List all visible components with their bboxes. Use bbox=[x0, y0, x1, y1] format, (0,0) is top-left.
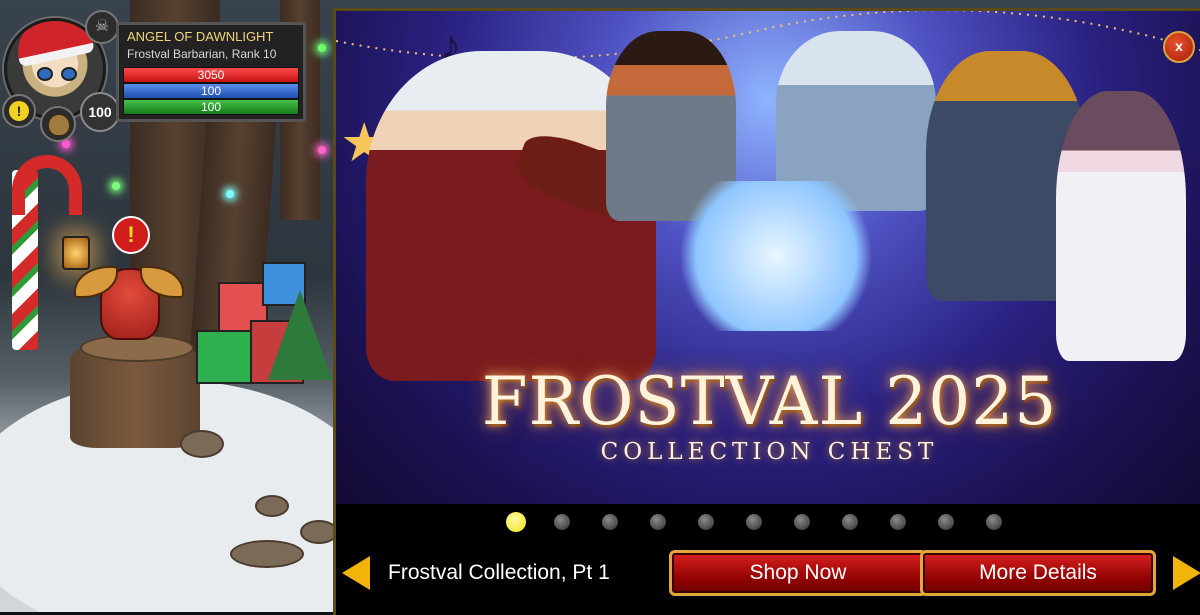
player-name: ANGEL OF DAWNLIGHT bbox=[127, 29, 274, 44]
slide-dot[interactable] bbox=[938, 514, 954, 530]
string-light bbox=[318, 44, 326, 52]
shop-now-button[interactable]: Shop Now bbox=[669, 550, 927, 596]
string-light bbox=[226, 190, 234, 198]
hp-bar: 3050 bbox=[123, 67, 299, 83]
promo-subtitle: COLLECTION CHEST bbox=[600, 439, 939, 465]
gift-box bbox=[196, 330, 256, 384]
promo-banner[interactable]: ★ ♪ ♫ FROSTVAL 2025 COLLECTION CHEST x bbox=[336, 11, 1200, 504]
string-light bbox=[318, 146, 326, 154]
quest-alert-button[interactable]: ! bbox=[2, 94, 36, 128]
player-stat-panel: ANGEL OF DAWNLIGHT Frostval Barbarian, R… bbox=[116, 22, 306, 122]
close-button[interactable]: x bbox=[1163, 31, 1195, 63]
rock bbox=[230, 540, 304, 568]
candy-cane-hook bbox=[12, 155, 82, 215]
santa-hat bbox=[11, 21, 96, 68]
npc-alert-icon: ! bbox=[127, 222, 135, 247]
white-dress-character bbox=[1056, 91, 1186, 361]
more-details-button[interactable]: More Details bbox=[920, 550, 1156, 596]
promo-window: ★ ♪ ♫ FROSTVAL 2025 COLLECTION CHEST x F… bbox=[333, 8, 1200, 615]
player-level-badge: 100 bbox=[80, 92, 120, 132]
string-light bbox=[112, 182, 120, 190]
slide-pager bbox=[506, 511, 1026, 533]
promo-title: FROSTVAL 2025 bbox=[481, 363, 1058, 440]
portrait-eye bbox=[61, 67, 77, 81]
rock bbox=[255, 495, 289, 517]
sp-bar: 100 bbox=[123, 99, 299, 115]
slide-dot[interactable] bbox=[746, 514, 762, 530]
bag-icon bbox=[48, 114, 70, 136]
player-class-rank: Frostval Barbarian, Rank 10 bbox=[127, 47, 277, 61]
slide-dot[interactable] bbox=[698, 514, 714, 530]
christmas-tree bbox=[268, 290, 332, 380]
slide-label: Frostval Collection, Pt 1 bbox=[388, 561, 610, 584]
slide-dot[interactable] bbox=[506, 512, 526, 532]
inventory-bag-button[interactable] bbox=[40, 106, 76, 142]
lantern bbox=[62, 236, 90, 270]
npc-quest-marker[interactable]: ! bbox=[112, 216, 150, 254]
portrait-eye bbox=[37, 67, 53, 81]
slide-dot[interactable] bbox=[650, 514, 666, 530]
slide-dot[interactable] bbox=[602, 514, 618, 530]
player-hud: ☠ ! 100 ANGEL OF DAWNLIGHT Frostval Barb… bbox=[0, 10, 310, 142]
alert-icon: ! bbox=[9, 101, 29, 121]
rock bbox=[180, 430, 224, 458]
slide-dot[interactable] bbox=[890, 514, 906, 530]
slide-dot[interactable] bbox=[554, 514, 570, 530]
slide-dot[interactable] bbox=[986, 514, 1002, 530]
skull-icon[interactable]: ☠ bbox=[85, 10, 119, 44]
slide-dot[interactable] bbox=[842, 514, 858, 530]
ice-dragon bbox=[666, 181, 886, 331]
slide-dot[interactable] bbox=[794, 514, 810, 530]
mp-bar: 100 bbox=[123, 83, 299, 99]
next-arrow-icon[interactable] bbox=[1173, 556, 1200, 590]
prev-arrow-icon[interactable] bbox=[342, 556, 370, 590]
